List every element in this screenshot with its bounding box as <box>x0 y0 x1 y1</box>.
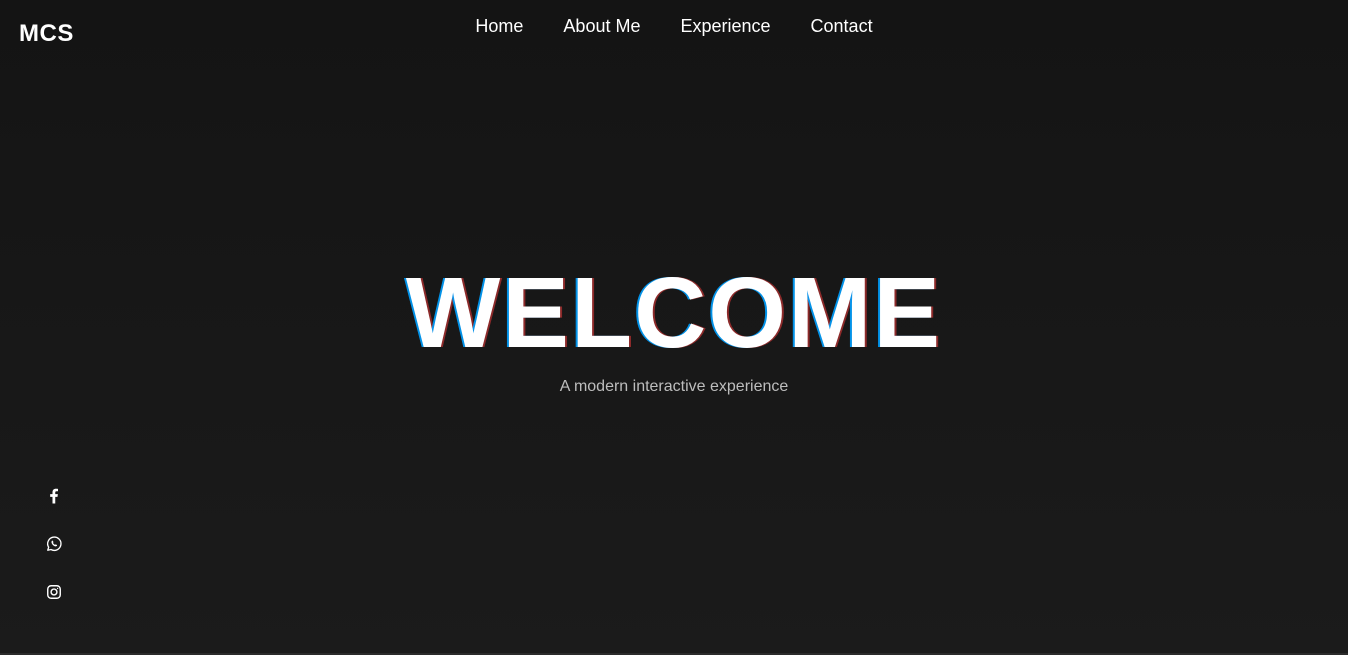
facebook-link[interactable] <box>44 486 64 506</box>
whatsapp-icon <box>47 536 62 552</box>
instagram-icon <box>47 585 61 599</box>
hero-section: WELCOME A modern interactive experience <box>0 258 1348 396</box>
hero-subtitle: A modern interactive experience <box>559 378 789 395</box>
nav-about-me[interactable]: About Me <box>563 15 640 37</box>
nav-contact[interactable]: Contact <box>811 15 873 37</box>
instagram-link[interactable] <box>44 582 64 602</box>
nav-experience[interactable]: Experience <box>680 15 770 37</box>
main-nav: Home About Me Experience Contact <box>0 15 1348 37</box>
facebook-icon <box>50 488 58 504</box>
social-links <box>44 486 64 602</box>
hero-title: WELCOME <box>405 257 943 369</box>
nav-home[interactable]: Home <box>475 15 523 37</box>
whatsapp-link[interactable] <box>44 534 64 554</box>
